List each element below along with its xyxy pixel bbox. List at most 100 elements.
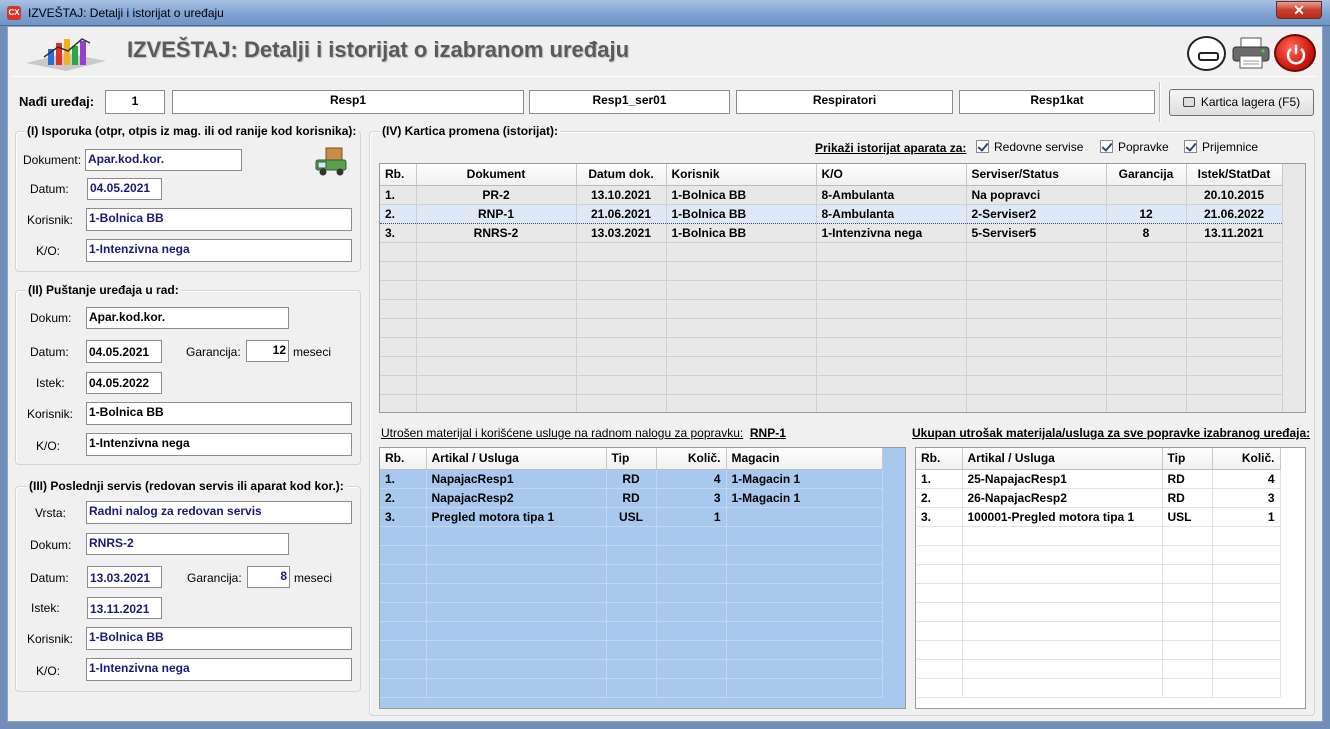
device-catalog-field[interactable]: Resp1kat — [959, 90, 1155, 114]
cell-istek: 13.11.2021 — [1186, 223, 1283, 243]
col-datum-dok[interactable]: Datum dok. — [576, 164, 667, 186]
filter-redovne-servise[interactable]: Redovne servise — [976, 140, 1083, 154]
table-row[interactable]: 2. 26-NapajacResp2 RD 3 — [916, 488, 1281, 508]
table-row[interactable]: 3. 100001-Pregled motora tipa 1 USL 1 — [916, 507, 1281, 527]
col-tip[interactable]: Tip — [1162, 448, 1213, 470]
printer-icon[interactable] — [1231, 36, 1271, 70]
cell-garancija: 12 — [1106, 203, 1187, 224]
servis-dokum-field[interactable]: RNRS-2 — [86, 533, 289, 555]
col-rb[interactable]: Rb. — [916, 448, 963, 470]
power-icon[interactable] — [1274, 34, 1316, 72]
device-name-field[interactable]: Resp1 — [172, 90, 524, 114]
col-rb[interactable]: Rb. — [380, 164, 417, 186]
col-dokument[interactable]: Dokument — [416, 164, 577, 186]
servis-dokum-label: Dokum: — [30, 538, 72, 552]
kartica-header-row: Rb. Dokument Datum dok. Korisnik K/O Ser… — [380, 164, 1283, 186]
ukupno-label: Ukupan utrošak materijala/usluga za sve … — [912, 426, 1311, 440]
cell-tip: USL — [1162, 507, 1213, 527]
pustanje-garancija-field[interactable]: 12 — [246, 340, 289, 362]
device-group-field[interactable]: Respiratori — [736, 90, 953, 114]
empty-row — [380, 564, 883, 584]
cell-datum: 13.10.2021 — [576, 185, 667, 205]
filter-popravke[interactable]: Popravke — [1100, 140, 1169, 154]
checkbox-checked-icon[interactable] — [1184, 140, 1197, 153]
servis-ko-label: K/O: — [36, 664, 61, 678]
cell-kolicina: 3 — [1212, 488, 1281, 508]
table-row[interactable]: 3. Pregled motora tipa 1 USL 1 — [380, 507, 883, 527]
pustanje-istek-label: Istek: — [36, 376, 65, 390]
col-artikal[interactable]: Artikal / Usluga — [426, 448, 607, 470]
empty-row — [380, 602, 883, 622]
col-magacin[interactable]: Magacin — [726, 448, 883, 470]
table-row[interactable]: 3. RNRS-2 13.03.2021 1-Bolnica BB 1-Intenziv… — [380, 223, 1283, 243]
window-close-button[interactable]: ✕ — [1276, 1, 1322, 19]
table-row-selected[interactable]: 2. RNP-1 21.06.2021 1-Bolnica BB 8-Ambulanta… — [380, 203, 1283, 224]
checkbox-checked-icon[interactable] — [976, 140, 989, 153]
filter-redovne-servise-label: Redovne servise — [994, 140, 1084, 154]
cell-tip: USL — [606, 507, 657, 527]
table-row[interactable]: 1. PR-2 13.10.2021 1-Bolnica BB 8-Ambulanta N… — [380, 185, 1283, 205]
cell-rb: 2. — [380, 203, 417, 224]
pustanje-korisnik-field[interactable]: 1-Bolnica BB — [86, 402, 352, 425]
col-serviser-status[interactable]: Serviser/Status — [966, 164, 1107, 186]
table-row[interactable]: 2. NapajacResp2 RD 3 1-Magacin 1 — [380, 488, 883, 508]
pustanje-garancija-label: Garancija: — [186, 345, 241, 359]
cell-rb: 3. — [380, 507, 427, 527]
col-artikal[interactable]: Artikal / Usluga — [962, 448, 1163, 470]
col-garancija[interactable]: Garancija — [1106, 164, 1187, 186]
pustanje-dokum-field[interactable]: Apar.kod.kor. — [86, 307, 289, 329]
isporuka-korisnik-field[interactable]: 1-Bolnica BB — [86, 208, 352, 231]
cell-istek: 20.10.2015 — [1186, 185, 1283, 205]
cell-kolicina: 1 — [1212, 507, 1281, 527]
checkbox-checked-icon[interactable] — [1100, 140, 1113, 153]
servis-garancija-field[interactable]: 8 — [247, 566, 290, 588]
minimize-icon[interactable] — [1187, 36, 1226, 71]
kartica-grid[interactable]: Rb. Dokument Datum dok. Korisnik K/O Ser… — [379, 163, 1306, 413]
device-id-field[interactable]: 1 — [105, 90, 165, 114]
servis-garancija-label: Garancija: — [187, 571, 242, 585]
col-tip[interactable]: Tip — [606, 448, 657, 470]
page-title: IZVEŠTAJ: Detalji i istorijat o izabrano… — [127, 37, 630, 62]
empty-row — [380, 375, 1283, 395]
cell-rb: 1. — [380, 469, 427, 489]
empty-row — [380, 394, 1283, 412]
pustanje-datum-field[interactable]: 04.05.2021 — [86, 340, 162, 363]
isporuka-datum-field[interactable]: 04.05.2021 — [87, 178, 162, 200]
pustanje-ko-field[interactable]: 1-Intenzivna nega — [86, 433, 352, 456]
col-kolicina[interactable]: Količ. — [1212, 448, 1281, 470]
isporuka-korisnik-label: Korisnik: — [27, 213, 74, 227]
isporuka-dokument-field[interactable]: Apar.kod.kor. — [85, 149, 242, 171]
cell-istek: 21.06.2022 — [1186, 203, 1283, 224]
col-ko[interactable]: K/O — [816, 164, 967, 186]
servis-vrsta-field[interactable]: Radni nalog za redovan servis — [86, 501, 352, 524]
filter-prijemnice-label: Prijemnice — [1202, 140, 1259, 154]
empty-row — [380, 280, 1283, 300]
empty-row — [380, 318, 1283, 338]
cell-kolicina: 3 — [656, 488, 727, 508]
col-rb[interactable]: Rb. — [380, 448, 427, 470]
cell-ko: 1-Intenzivna nega — [816, 223, 967, 243]
pustanje-ko-label: K/O: — [36, 439, 61, 453]
empty-row — [916, 564, 1281, 584]
kartica-lagera-button[interactable]: Kartica lagera (F5) — [1169, 89, 1314, 116]
table-row[interactable]: 1. 25-NapajacResp1 RD 4 — [916, 469, 1281, 489]
vertical-separator — [1159, 82, 1161, 122]
servis-datum-field[interactable]: 13.03.2021 — [87, 566, 162, 588]
utroseno-grid[interactable]: Rb. Artikal / Usluga Tip Količ. Magacin … — [379, 447, 906, 709]
col-istek-statdat[interactable]: Istek/StatDat — [1186, 164, 1283, 186]
servis-korisnik-field[interactable]: 1-Bolnica BB — [86, 627, 352, 650]
col-kolicina[interactable]: Količ. — [656, 448, 727, 470]
empty-row — [916, 678, 1281, 698]
servis-datum-label: Datum: — [30, 571, 69, 585]
servis-ko-field[interactable]: 1-Intenzivna nega — [86, 658, 352, 681]
delivery-truck-icon[interactable] — [314, 146, 350, 178]
ukupno-grid[interactable]: Rb. Artikal / Usluga Tip Količ. 1. 25-Nap… — [915, 447, 1306, 709]
pustanje-istek-field[interactable]: 04.05.2022 — [86, 372, 162, 394]
table-row[interactable]: 1. NapajacResp1 RD 4 1-Magacin 1 — [380, 469, 883, 489]
device-serial-field[interactable]: Resp1_ser01 — [529, 90, 730, 114]
filter-prijemnice[interactable]: Prijemnice — [1184, 140, 1258, 154]
isporuka-ko-field[interactable]: 1-Intenzivna nega — [86, 239, 352, 262]
servis-istek-field[interactable]: 13.11.2021 — [87, 597, 162, 619]
cell-magacin: 1-Magacin 1 — [726, 469, 883, 489]
col-korisnik[interactable]: Korisnik — [666, 164, 817, 186]
